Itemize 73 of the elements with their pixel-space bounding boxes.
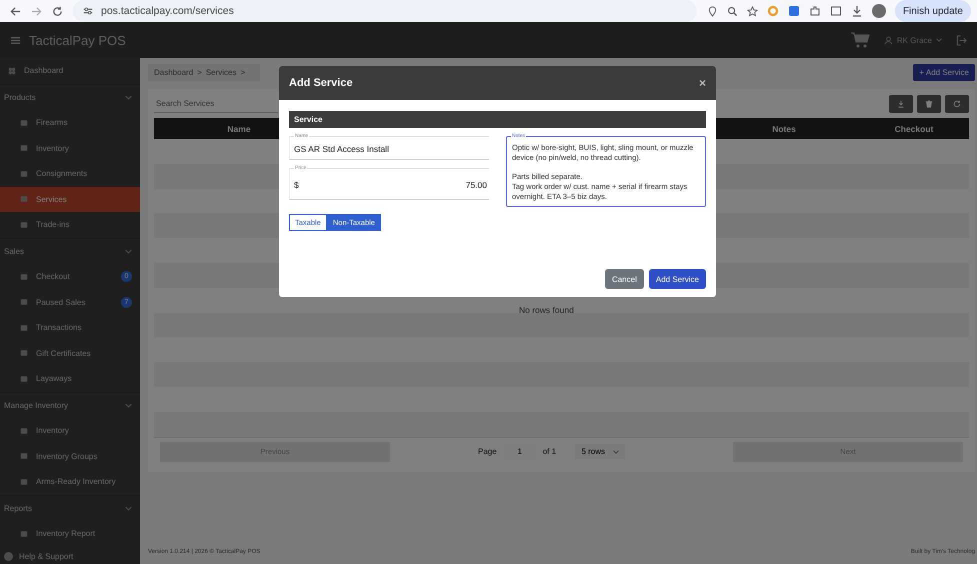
page-label: Page — [478, 447, 497, 456]
list-icon — [20, 374, 28, 383]
breadcrumb: Dashboard > Services > — [148, 64, 260, 81]
location-pin-icon[interactable] — [706, 6, 718, 16]
list-icon — [20, 220, 28, 229]
chevron-icon — [125, 94, 132, 101]
site-settings-icon[interactable] — [83, 6, 93, 16]
square-icon[interactable] — [788, 5, 800, 17]
sidebar-item[interactable]: Inventory Report — [0, 521, 140, 546]
list-icon — [20, 272, 28, 281]
user-menu[interactable]: RK Grace — [878, 34, 948, 46]
sidebar-item[interactable]: Inventory — [0, 418, 140, 444]
list-icon — [20, 452, 28, 460]
trash-icon — [925, 100, 933, 108]
search-field[interactable]: Search Services — [154, 95, 278, 113]
sidebar-item[interactable]: Services — [0, 186, 140, 212]
puzzle-icon[interactable] — [808, 5, 821, 17]
sidebar-item[interactable]: Inventory — [0, 136, 140, 161]
sidebar-item[interactable]: Firearms — [0, 110, 140, 136]
page-count: of 1 — [542, 447, 556, 456]
sidebar-item[interactable]: Arms-Ready Inventory — [0, 469, 140, 494]
refresh-button[interactable] — [945, 95, 969, 113]
section-header: Service — [289, 111, 706, 128]
help-link[interactable]: Help & Support — [0, 546, 140, 564]
list-icon — [20, 349, 28, 358]
user-icon — [884, 36, 893, 44]
zoom-icon[interactable] — [726, 6, 738, 16]
rows-select[interactable]: 5 rows — [575, 444, 625, 460]
sidebar-item[interactable]: Dashboard — [0, 58, 140, 84]
chevron-icon — [125, 504, 132, 512]
close-button[interactable]: × — [698, 76, 706, 90]
list-icon — [20, 170, 28, 178]
avatar-icon[interactable] — [872, 4, 886, 18]
back-icon[interactable] — [10, 6, 21, 16]
tab-search-icon[interactable] — [830, 5, 842, 17]
column-header[interactable]: Checkout — [859, 124, 969, 134]
download-button[interactable] — [889, 95, 913, 113]
list-icon — [20, 298, 28, 306]
address-bar[interactable]: pos.tacticalpay.com/services — [73, 0, 697, 22]
list-icon — [20, 144, 28, 152]
sidebar-item[interactable]: Gift Certificates — [0, 340, 140, 366]
list-icon — [20, 530, 28, 538]
caret-icon — [613, 448, 619, 455]
list-icon — [20, 478, 28, 486]
sidebar-item[interactable]: Inventory Groups — [0, 444, 140, 469]
menu-icon[interactable] — [10, 34, 21, 46]
dashboard-icon — [8, 66, 16, 75]
add-service-button[interactable]: + Add Service — [913, 64, 975, 81]
caret-icon — [936, 37, 942, 43]
cancel-button[interactable]: Cancel — [604, 269, 644, 289]
update-button[interactable]: Finish update — [894, 0, 971, 22]
sidebar-item[interactable]: Trade-ins — [0, 212, 140, 238]
delete-button[interactable] — [917, 95, 941, 113]
list-icon — [20, 118, 28, 127]
empty-message: No rows found — [519, 305, 574, 315]
download-icon — [897, 100, 905, 108]
chevron-icon — [125, 248, 132, 255]
list-icon — [20, 195, 28, 204]
sidebar-item[interactable]: Consignments — [0, 161, 140, 186]
dialog-title: Add Service — [289, 77, 353, 89]
chevron-icon — [125, 402, 132, 409]
list-icon — [20, 324, 28, 332]
star-icon[interactable] — [746, 6, 758, 16]
add-service-button[interactable]: Add Service — [648, 269, 706, 289]
url-text: pos.tacticalpay.com/services — [101, 5, 234, 17]
reload-icon[interactable] — [52, 6, 63, 16]
help-icon — [4, 552, 13, 561]
sidebar-item[interactable]: Transactions — [0, 315, 140, 340]
download-icon[interactable] — [850, 5, 863, 17]
app-title: TacticalPay POS — [29, 32, 126, 48]
sidebar-item[interactable]: Layaways — [0, 366, 140, 392]
list-icon — [20, 426, 28, 435]
refresh-icon — [953, 100, 961, 108]
